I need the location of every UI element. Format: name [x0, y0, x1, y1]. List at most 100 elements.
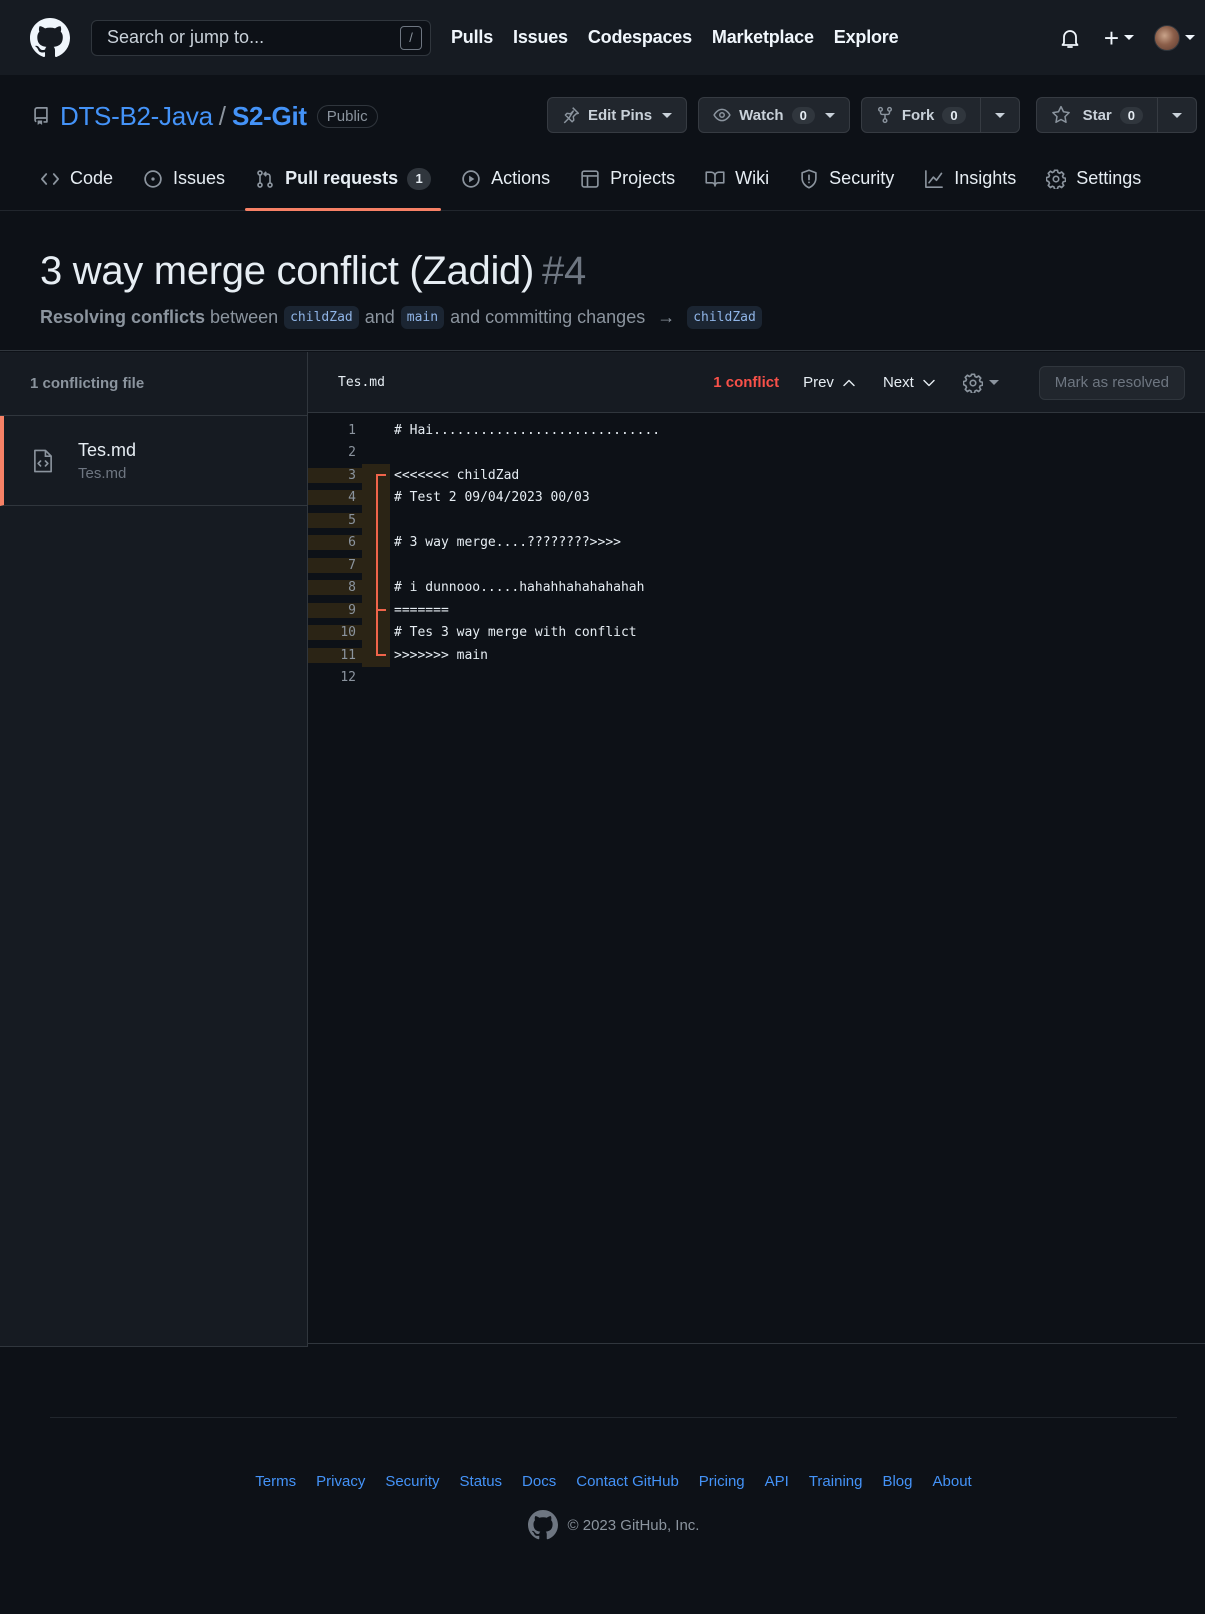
- repo-name-link[interactable]: S2-Git: [232, 101, 307, 132]
- copyright-text: © 2023 GitHub, Inc.: [567, 1516, 700, 1534]
- code-line[interactable]: 12: [308, 667, 1205, 690]
- repo-owner-link[interactable]: DTS-B2-Java: [60, 101, 213, 132]
- tab-label: Issues: [173, 168, 226, 188]
- repo-forked-icon: [877, 106, 892, 124]
- nav-pulls[interactable]: Pulls: [451, 27, 493, 48]
- code-line[interactable]: 11 >>>>>>> main: [308, 644, 1205, 667]
- pr-number: #4: [542, 249, 586, 293]
- tab-actions[interactable]: Actions: [451, 147, 560, 210]
- line-number: 4: [308, 490, 362, 506]
- footer-link-pricing[interactable]: Pricing: [699, 1473, 745, 1490]
- watch-button[interactable]: Watch 0: [698, 97, 850, 133]
- tab-label: Security: [829, 168, 895, 188]
- pull-requests-count: 1: [407, 167, 432, 190]
- code-line[interactable]: 9 =======: [308, 599, 1205, 622]
- fork-dropdown-button[interactable]: [980, 97, 1020, 133]
- line-text[interactable]: # Test 2 09/04/2023 00/03: [390, 490, 590, 505]
- line-text[interactable]: <<<<<<< childZad: [390, 468, 519, 483]
- footer-link-training[interactable]: Training: [809, 1473, 863, 1490]
- code-lines[interactable]: 1 # Hai............................. 2 3 <<<…: [308, 413, 1205, 689]
- code-line[interactable]: 2: [308, 442, 1205, 465]
- line-text[interactable]: =======: [390, 603, 449, 618]
- edit-pins-label: Edit Pins: [587, 106, 653, 124]
- github-logo-icon[interactable]: [30, 17, 70, 58]
- code-line[interactable]: 10 # Tes 3 way merge with conflict: [308, 621, 1205, 644]
- chevron-down-icon: [1185, 35, 1195, 40]
- footer-link-status[interactable]: Status: [460, 1473, 503, 1490]
- chevron-down-icon: [988, 380, 999, 385]
- and-label: and: [364, 307, 395, 327]
- star-dropdown-button[interactable]: [1158, 97, 1197, 133]
- tab-wiki[interactable]: Wiki: [695, 147, 779, 210]
- footer-link-blog[interactable]: Blog: [882, 1473, 912, 1490]
- resolving-label: Resolving conflicts: [40, 307, 206, 327]
- line-text[interactable]: # Tes 3 way merge with conflict: [390, 625, 637, 640]
- edit-pins-button[interactable]: Edit Pins: [546, 97, 688, 133]
- star-icon: [1051, 105, 1070, 123]
- nav-issues[interactable]: Issues: [513, 27, 568, 48]
- gear-icon: [962, 372, 983, 393]
- line-text[interactable]: >>>>>>> main: [390, 648, 488, 663]
- tab-issues[interactable]: Issues: [133, 147, 235, 210]
- line-number: 5: [308, 512, 362, 528]
- conflict-gutter-marker: [362, 442, 390, 465]
- nav-explore[interactable]: Explore: [834, 27, 899, 48]
- code-line[interactable]: 7: [308, 554, 1205, 577]
- between-label: between: [210, 307, 279, 327]
- search-input[interactable]: Search or jump to... /: [91, 19, 431, 56]
- conflict-gutter-marker: [362, 531, 390, 554]
- footer-link-terms[interactable]: Terms: [255, 1473, 296, 1490]
- nav-marketplace[interactable]: Marketplace: [712, 27, 814, 48]
- line-text[interactable]: # 3 way merge....????????>>>>: [390, 535, 621, 550]
- line-text[interactable]: # i dunnooo.....hahahhahahahahah: [390, 580, 644, 595]
- tab-settings[interactable]: Settings: [1036, 147, 1151, 210]
- pr-title-text: 3 way merge conflict (Zadid): [40, 249, 535, 293]
- footer-link-about[interactable]: About: [933, 1473, 972, 1490]
- code-line[interactable]: 5: [308, 509, 1205, 532]
- user-menu-button[interactable]: [1154, 24, 1195, 51]
- nav-codespaces[interactable]: Codespaces: [588, 27, 692, 48]
- code-line[interactable]: 8 # i dunnooo.....hahahhahahahahah: [308, 576, 1205, 599]
- tab-insights[interactable]: Insights: [914, 147, 1026, 210]
- code-line[interactable]: 6 # 3 way merge....????????>>>>: [308, 531, 1205, 554]
- branch-base: main: [400, 306, 445, 329]
- repo-header: DTS-B2-Java / S2-Git Public Edit Pins Wa…: [0, 85, 1205, 147]
- watch-label: Watch: [739, 106, 784, 124]
- fork-button[interactable]: Fork 0: [860, 97, 981, 133]
- code-line[interactable]: 1 # Hai.............................: [308, 419, 1205, 442]
- footer-link-contact-github[interactable]: Contact GitHub: [576, 1473, 679, 1490]
- footer-link-docs[interactable]: Docs: [522, 1473, 556, 1490]
- conflict-editor: 1 conflicting file Tes.md Tes.md Tes.md …: [0, 352, 1205, 1347]
- footer-link-api[interactable]: API: [765, 1473, 789, 1490]
- prev-label: Prev: [803, 374, 834, 391]
- tab-projects[interactable]: Projects: [570, 147, 685, 210]
- conflict-gutter-marker: [362, 509, 390, 532]
- global-header: Search or jump to... / Pulls Issues Code…: [0, 0, 1205, 75]
- footer-link-security[interactable]: Security: [385, 1473, 439, 1490]
- next-conflict-button[interactable]: Next: [883, 374, 937, 391]
- code-line[interactable]: 3 <<<<<<< childZad: [308, 464, 1205, 487]
- chevron-up-icon: [843, 379, 855, 386]
- tab-security[interactable]: Security: [789, 147, 904, 210]
- chevron-down-icon: [1172, 112, 1182, 118]
- line-text[interactable]: # Hai.............................: [390, 423, 660, 438]
- code-line[interactable]: 4 # Test 2 09/04/2023 00/03: [308, 486, 1205, 509]
- tab-pull-requests[interactable]: Pull requests 1: [245, 147, 442, 211]
- star-count: 0: [1119, 106, 1143, 124]
- conflict-gutter-marker: [362, 464, 390, 487]
- star-button[interactable]: Star 0: [1035, 97, 1158, 133]
- conflict-gutter-marker: [362, 667, 390, 690]
- tab-code[interactable]: Code: [30, 147, 123, 210]
- create-new-button[interactable]: +: [1104, 25, 1134, 51]
- committing-label: and committing changes: [450, 307, 646, 327]
- conflict-file-item[interactable]: Tes.md Tes.md: [0, 416, 307, 506]
- watch-button-group: Watch 0: [698, 97, 850, 133]
- tab-label: Projects: [610, 168, 676, 188]
- bell-icon[interactable]: [1058, 26, 1082, 50]
- footer-link-privacy[interactable]: Privacy: [316, 1473, 365, 1490]
- mark-as-resolved-button[interactable]: Mark as resolved: [1038, 365, 1185, 400]
- prev-conflict-button[interactable]: Prev: [803, 374, 857, 391]
- editor-settings-button[interactable]: [962, 372, 999, 393]
- line-number: 7: [308, 557, 362, 573]
- github-logo-icon[interactable]: [527, 1510, 558, 1540]
